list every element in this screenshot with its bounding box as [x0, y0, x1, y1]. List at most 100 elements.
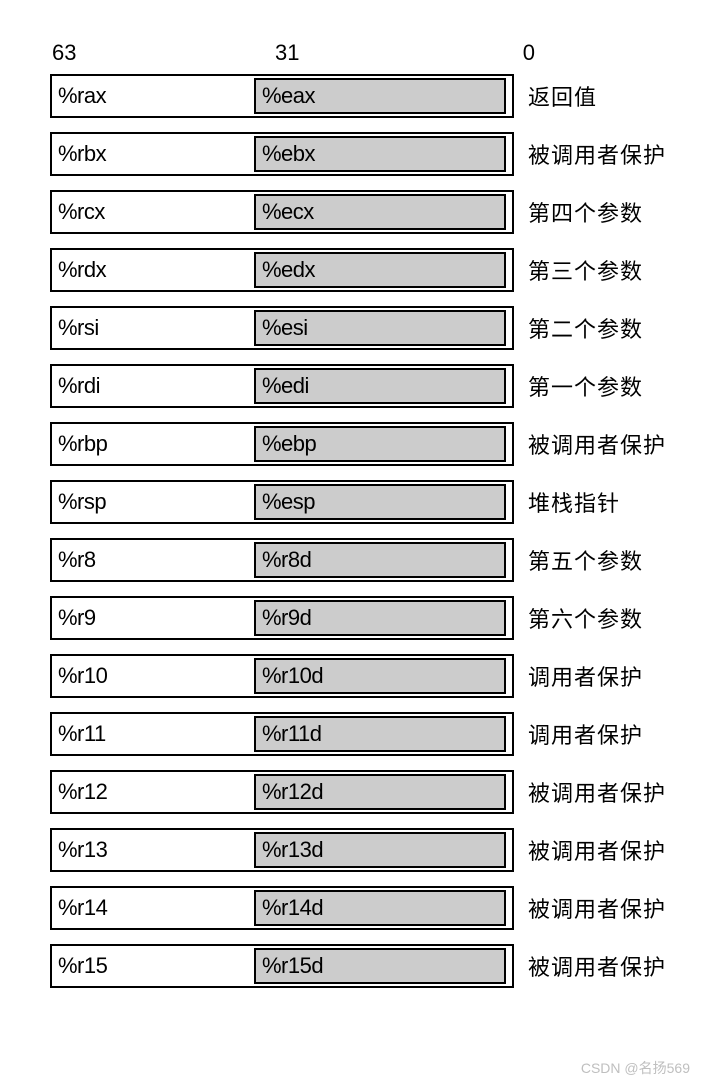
register-box-32: %esi	[254, 310, 506, 346]
register-description: 返回值	[514, 80, 597, 112]
register-box-32: %edi	[254, 368, 506, 404]
register-name-64: %r8	[52, 547, 254, 573]
register-name-32: %r10d	[262, 663, 323, 689]
register-name-64: %rsi	[52, 315, 254, 341]
register-name-64: %rdi	[52, 373, 254, 399]
watermark: CSDN @名扬569	[581, 1058, 690, 1078]
register-name-32: %eax	[262, 83, 315, 109]
register-name-32: %ecx	[262, 199, 314, 225]
register-name-32: %r11d	[262, 721, 321, 747]
register-name-64: %r15	[52, 953, 254, 979]
register-name-64: %rbx	[52, 141, 254, 167]
register-box-64: %rdx %edx	[50, 248, 514, 292]
register-row: %r12 %r12d 被调用者保护	[50, 770, 670, 814]
register-box-64: %rsi %esi	[50, 306, 514, 350]
register-box-64: %rdi%edi	[50, 364, 514, 408]
register-description: 被调用者保护	[514, 776, 666, 808]
register-name-64: %r14	[52, 895, 254, 921]
bit-position-header: 63 31 0	[50, 40, 670, 66]
bit-label-31: 31	[275, 40, 505, 66]
register-box-64: %rbp%ebp	[50, 422, 514, 466]
register-name-32: %edx	[262, 257, 315, 283]
register-description: 堆栈指针	[514, 486, 620, 518]
register-box-64: %r8 %r8d	[50, 538, 514, 582]
register-box-32: %r13d	[254, 832, 506, 868]
register-row: %r10 %r10d 调用者保护	[50, 654, 670, 698]
register-description: 被调用者保护	[514, 138, 666, 170]
register-description: 被调用者保护	[514, 834, 666, 866]
register-name-64: %r12	[52, 779, 254, 805]
register-row: %rbp%ebp被调用者保护	[50, 422, 670, 466]
register-box-32: %r12d	[254, 774, 506, 810]
register-description: 第二个参数	[514, 312, 643, 344]
bit-label-63: 63	[50, 40, 275, 66]
bit-label-0: 0	[505, 40, 535, 66]
register-name-64: %rax	[52, 83, 254, 109]
register-row: %rbx %ebx 被调用者保护	[50, 132, 670, 176]
register-box-32: %r11d	[254, 716, 506, 752]
register-name-32: %r8d	[262, 547, 311, 573]
register-box-32: %edx	[254, 252, 506, 288]
register-box-32: %ebp	[254, 426, 506, 462]
register-table: %rax%eax返回值%rbx%ebx被调用者保护%rcx%ecx第四个参数%r…	[50, 74, 670, 988]
register-row: %rsp %esp 堆栈指针	[50, 480, 670, 524]
register-description: 被调用者保护	[514, 892, 666, 924]
register-box-64: %r15 %r15d	[50, 944, 514, 988]
register-name-64: %rsp	[52, 489, 254, 515]
register-row: %r14 %r14d 被调用者保护	[50, 886, 670, 930]
register-description: 第六个参数	[514, 602, 643, 634]
register-box-64: %r9 %r9d	[50, 596, 514, 640]
register-name-32: %r9d	[262, 605, 311, 631]
register-box-32: %r15d	[254, 948, 506, 984]
register-box-64: %rcx %ecx	[50, 190, 514, 234]
register-row: %r15 %r15d 被调用者保护	[50, 944, 670, 988]
register-row: %r9 %r9d 第六个参数	[50, 596, 670, 640]
register-box-32: %r8d	[254, 542, 506, 578]
register-name-32: %ebx	[262, 141, 315, 167]
register-name-64: %rcx	[52, 199, 254, 225]
register-description: 被调用者保护	[514, 428, 666, 460]
register-box-64: %rbx %ebx	[50, 132, 514, 176]
register-box-32: %r9d	[254, 600, 506, 636]
register-description: 被调用者保护	[514, 950, 666, 982]
register-name-64: %r11	[52, 721, 254, 747]
register-box-32: %r14d	[254, 890, 506, 926]
register-description: 第一个参数	[514, 370, 643, 402]
register-name-32: %r15d	[262, 953, 323, 979]
register-description: 调用者保护	[514, 718, 643, 750]
register-row: %rdx %edx 第三个参数	[50, 248, 670, 292]
register-name-64: %rdx	[52, 257, 254, 283]
register-row: %r8 %r8d 第五个参数	[50, 538, 670, 582]
register-box-32: %r10d	[254, 658, 506, 694]
register-box-64: %rsp %esp	[50, 480, 514, 524]
register-name-64: %r9	[52, 605, 254, 631]
register-row: %rax %eax 返回值	[50, 74, 670, 118]
register-row: %r13 %r13d 被调用者保护	[50, 828, 670, 872]
register-box-64: %r11 %r11d	[50, 712, 514, 756]
register-row: %rsi %esi 第二个参数	[50, 306, 670, 350]
register-row: %rcx %ecx 第四个参数	[50, 190, 670, 234]
register-box-64: %r14 %r14d	[50, 886, 514, 930]
register-name-64: %rbp	[52, 431, 254, 457]
register-description: 第三个参数	[514, 254, 643, 286]
register-box-64: %r13 %r13d	[50, 828, 514, 872]
register-name-32: %r14d	[262, 895, 323, 921]
register-name-64: %r10	[52, 663, 254, 689]
register-name-32: %esi	[262, 315, 308, 341]
register-name-64: %r13	[52, 837, 254, 863]
register-box-32: %eax	[254, 78, 506, 114]
register-box-64: %r10 %r10d	[50, 654, 514, 698]
register-description: 第四个参数	[514, 196, 643, 228]
register-name-32: %r12d	[262, 779, 323, 805]
register-box-32: %esp	[254, 484, 506, 520]
register-box-64: %rax %eax	[50, 74, 514, 118]
register-description: 调用者保护	[514, 660, 643, 692]
register-name-32: %esp	[262, 489, 315, 515]
register-name-32: %r13d	[262, 837, 323, 863]
register-row: %rdi%edi第一个参数	[50, 364, 670, 408]
register-description: 第五个参数	[514, 544, 643, 576]
register-row: %r11 %r11d 调用者保护	[50, 712, 670, 756]
register-box-64: %r12 %r12d	[50, 770, 514, 814]
register-box-32: %ebx	[254, 136, 506, 172]
register-box-32: %ecx	[254, 194, 506, 230]
